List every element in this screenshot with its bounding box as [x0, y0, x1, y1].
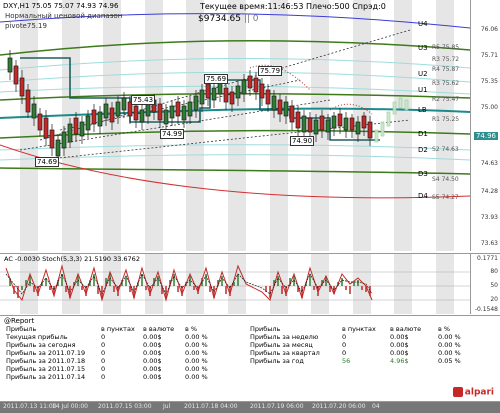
col-header: в % — [438, 325, 451, 333]
time-tick: 2011.07.13 11:00 — [3, 403, 57, 410]
pivot-label: pivote75.19 — [5, 22, 47, 30]
level-s4: S4 74.50 — [432, 176, 459, 183]
level-d2: D2 — [418, 146, 428, 154]
axis-tick: 76.06 — [480, 26, 498, 33]
level-u2: U2 — [418, 70, 428, 78]
axis-tick: -0.1548 — [474, 306, 498, 313]
table-row: Прибыль за сегодня 0 0.00$ 0.00 % — [6, 341, 208, 349]
level-s2: S2 74.63 — [432, 146, 459, 153]
axis-tick: 0.1771 — [477, 255, 498, 262]
level-u1: U1 — [418, 86, 428, 94]
level-d3: D3 — [418, 170, 428, 178]
level-s5: S5 74.27 — [432, 194, 459, 201]
report-right-table: Прибыль в пунктах в валюте в % Прибыль з… — [248, 325, 476, 365]
price-axis[interactable]: 76.06 75.71 75.35 75.00 74.63 74.28 73.9… — [470, 0, 500, 251]
report-panel: @Report Прибыль в пунктах в валюте в % Т… — [0, 315, 500, 401]
indicator-name: Нормальный ценовой диапазон — [5, 12, 123, 20]
price-box: 75.79 — [258, 66, 283, 76]
balance-suffix: || 0 — [243, 14, 259, 24]
oscillator-title: AC -0.0030 Stoch(5,3,3) 21.5190 33.6762 — [4, 255, 140, 263]
table-row: Прибыль за 2011.07.18 0 0.00$ 0.00 % — [6, 357, 208, 365]
oscillator-panel[interactable]: AC -0.0030 Stoch(5,3,3) 21.5190 33.6762 … — [0, 253, 500, 314]
stoch-value: Stoch(5,3,3) 21.5190 33.6762 — [42, 255, 140, 263]
table-row: Прибыль за год 56 4.96$ 0.05 % — [250, 357, 461, 365]
time-tick: 2011.07.19 06:00 — [250, 403, 304, 410]
table-header-row: Прибыль в пунктах в валюте в % — [248, 325, 476, 333]
symbol-info: DXY,H1 75.05 75.07 74.93 74.96 — [3, 2, 119, 10]
level-r3b: R3 75.62 — [432, 80, 460, 87]
col-header: в пунктах — [342, 325, 376, 333]
time-tick: 2011.07.20 06:00 — [312, 403, 366, 410]
level-d1: D1 — [418, 130, 428, 138]
time-tick: 04 — [372, 403, 380, 410]
price-box: 75.43 — [131, 95, 156, 105]
col-header: Прибыль — [250, 325, 281, 333]
axis-tick: 75.00 — [480, 104, 498, 111]
time-tick: 2011.07.18 04:00 — [184, 403, 238, 410]
ac-value: AC -0.0030 — [4, 255, 41, 263]
col-header: в валюте — [390, 325, 422, 333]
axis-tick: 74.63 — [480, 160, 498, 167]
level-r4: R4 75.87 — [432, 66, 460, 73]
current-time: Текущее время:11:46:53 — [200, 2, 304, 11]
oscillator-canvas — [0, 254, 470, 314]
time-tick: 2011.07.15 03:00 — [98, 403, 152, 410]
alpari-logo: alpari — [452, 386, 494, 397]
time-tick: Jul — [163, 403, 171, 410]
report-left-table: Прибыль в пунктах в валюте в % Текущая п… — [4, 325, 223, 381]
table-header-row: Прибыль в пунктах в валюте в % — [4, 325, 223, 333]
table-row: Прибыль за 2011.07.15 0 0.00$ 0.00 % — [6, 365, 208, 373]
price-box: 74.69 — [35, 157, 60, 167]
price-box: 74.90 — [290, 136, 315, 146]
axis-tick: 74.28 — [480, 188, 498, 195]
balance-value: $9734.65 — [198, 14, 241, 24]
col-header: в % — [185, 325, 198, 333]
axis-tick: 50 — [490, 282, 498, 289]
price-box: 75.69 — [204, 74, 229, 84]
price-box: 74.99 — [160, 129, 185, 139]
spread: Спрэд:0 — [352, 2, 386, 11]
report-title: @Report — [4, 317, 35, 325]
level-d4: D4 — [418, 192, 428, 200]
table-row: Прибыль за квартал 0 0.00$ 0.00 % — [250, 349, 461, 357]
axis-tick: 73.93 — [480, 214, 498, 221]
leverage: Плечо:500 — [306, 2, 350, 11]
time-axis[interactable]: 2011.07.13 11:00 14 Jul 00:00 2011.07.15… — [0, 401, 500, 413]
axis-tick: 20 — [490, 296, 498, 303]
table-row: Прибыль за неделю 0 0.00$ 0.00 % — [250, 333, 461, 341]
level-r5: R5 75.85 — [432, 44, 460, 51]
level-r3a: R3 75.72 — [432, 56, 460, 63]
level-u4: U4 — [418, 20, 428, 28]
col-header: Прибыль — [6, 325, 37, 333]
balance: $9734.65 || 0 — [198, 14, 258, 24]
level-u3: U3 — [418, 44, 428, 52]
price-chart-canvas — [0, 0, 470, 251]
table-row: Прибыль за 2011.07.19 0 0.00$ 0.00 % — [6, 349, 208, 357]
alpari-logo-icon — [452, 386, 463, 397]
level-r1: R1 75.25 — [432, 116, 460, 123]
axis-tick: 75.71 — [480, 52, 498, 59]
table-row: Прибыль за 2011.07.14 0 0.00$ 0.00 % — [6, 373, 208, 381]
price-chart[interactable]: DXY,H1 75.05 75.07 74.93 74.96 Нормальны… — [0, 0, 500, 251]
level-lb: LB — [418, 106, 427, 114]
oscillator-axis[interactable]: 0.1771 80 50 20 -0.1548 — [470, 254, 500, 314]
axis-tick: 75.35 — [480, 78, 498, 85]
axis-tick: 73.63 — [480, 240, 498, 247]
axis-tick: 80 — [490, 268, 498, 275]
col-header: в валюте — [143, 325, 175, 333]
level-r2: R2 75.47 — [432, 96, 460, 103]
time-tick: 14 Jul 00:00 — [52, 403, 88, 410]
current-price-tag: 74.96 — [473, 132, 498, 140]
col-header: в пунктах — [101, 325, 135, 333]
table-row: Текущая прибыль 0 0.00$ 0.00 % — [6, 333, 208, 341]
table-row: Прибыль за месяц 0 0.00$ 0.00 % — [250, 341, 461, 349]
status-line: Текущее время:11:46:53 Плечо:500 Спрэд:0 — [200, 2, 386, 11]
